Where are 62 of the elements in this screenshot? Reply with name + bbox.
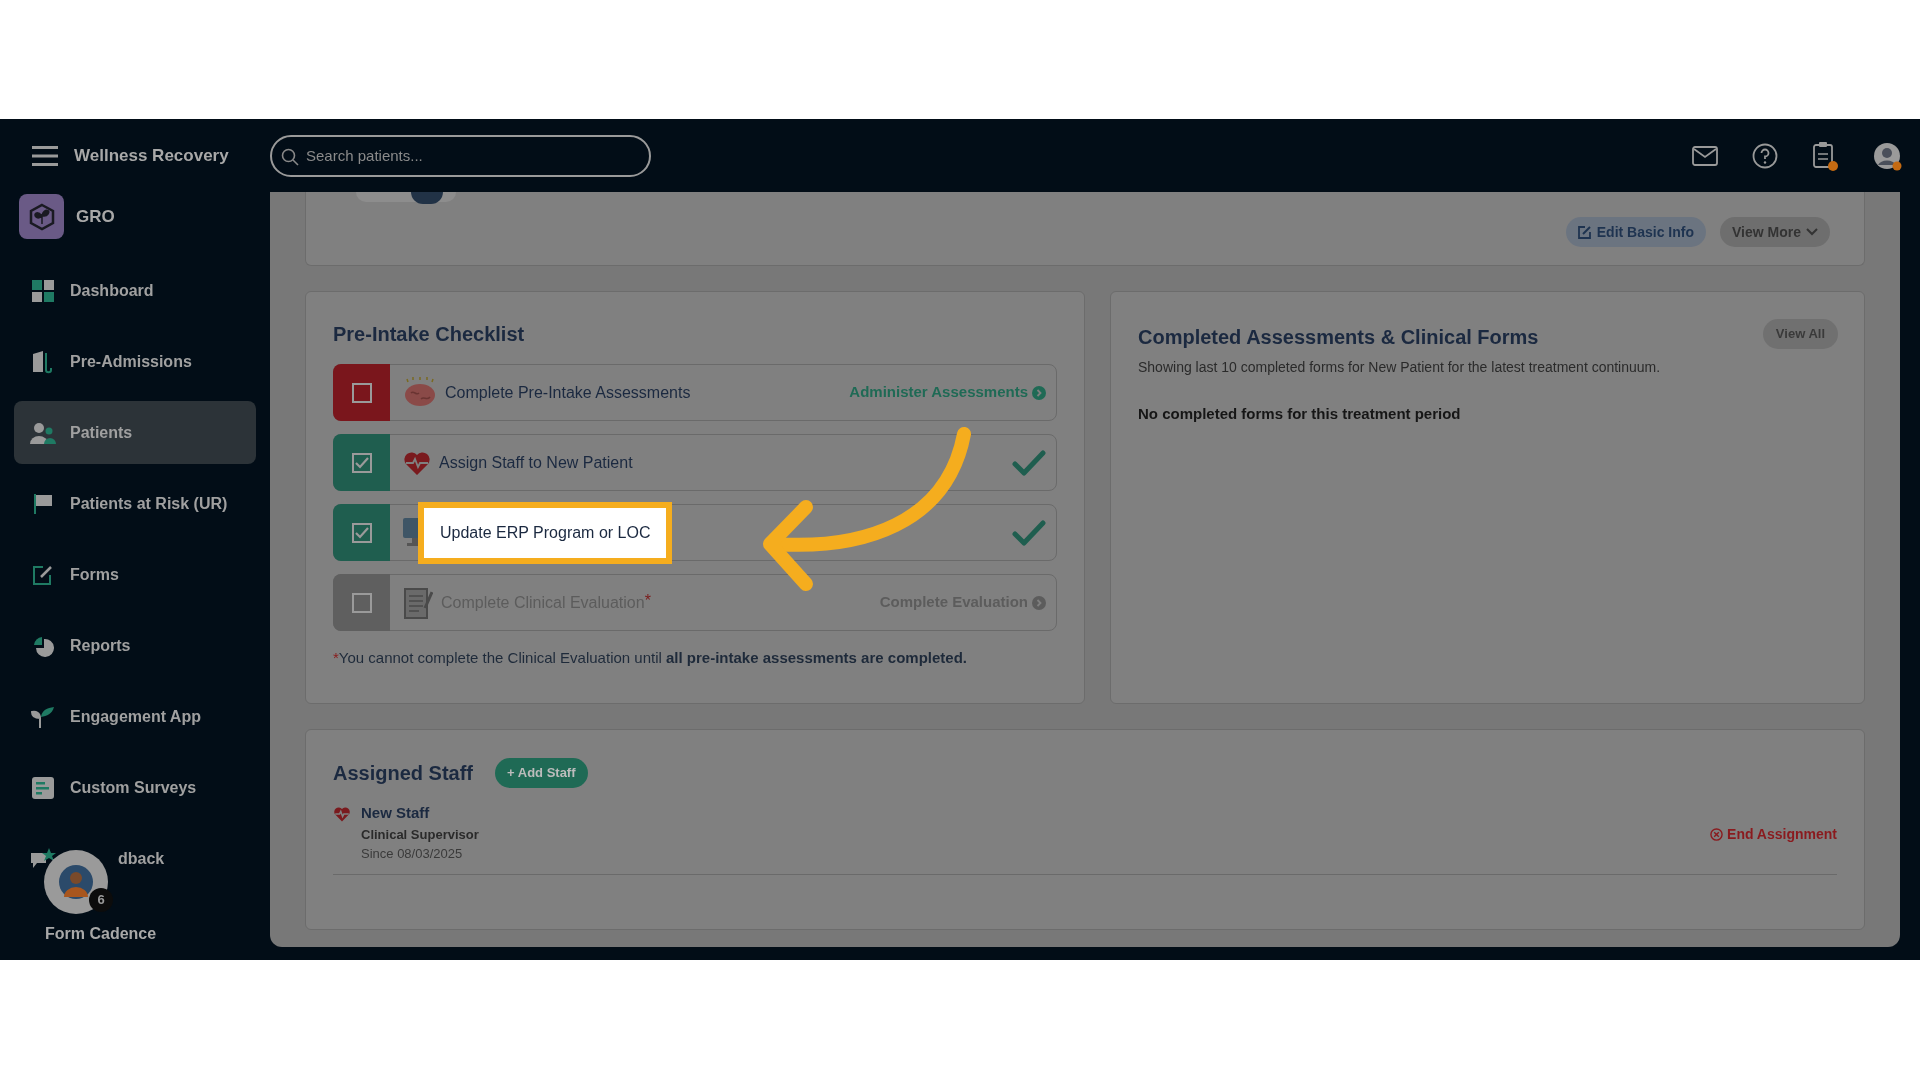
checkmark-icon — [1012, 518, 1046, 547]
survey-icon — [32, 776, 54, 799]
required-mark: * — [333, 648, 339, 668]
brain-icon — [403, 376, 437, 409]
user-avatar-icon[interactable] — [1872, 140, 1902, 171]
sidebar-item[interactable]: Pre-Admissions — [14, 330, 256, 393]
sidebar-item[interactable]: Reports — [14, 614, 256, 677]
search-icon — [281, 147, 299, 166]
flag-icon — [32, 492, 54, 515]
checkbox[interactable] — [351, 452, 372, 473]
sidebar-item[interactable]: Patients at Risk (UR) — [14, 472, 256, 535]
empty-message: No completed forms for this treatment period — [1138, 404, 1462, 424]
pie-chart-icon — [32, 634, 54, 657]
card-title: Pre-Intake Checklist — [333, 322, 526, 347]
staff-since: Since 08/03/2025 — [361, 845, 464, 863]
sprout-icon — [31, 704, 55, 729]
card-subtitle: Showing last 10 completed forms for New Patient for the latest treatment continuum. — [1138, 358, 1662, 377]
heart-pulse-icon — [403, 449, 431, 476]
footnote: You cannot complete the Clinical Evaluation until all pre-intake assessments are completed. — [338, 648, 967, 668]
item-label: Assign Staff to New Patient — [439, 452, 633, 473]
form-cadence-label[interactable]: Form Cadence — [45, 922, 157, 946]
feedback-icon — [30, 847, 56, 870]
checkbox[interactable] — [351, 382, 372, 403]
edit-icon — [32, 563, 54, 586]
card-title: Completed Assessments & Clinical Forms — [1138, 325, 1539, 350]
org-name: GRO — [76, 205, 115, 228]
checkbox[interactable] — [351, 522, 372, 543]
person-icon — [59, 865, 93, 899]
checkbox[interactable] — [351, 592, 372, 613]
sidebar-item[interactable]: Custom Surveys — [14, 756, 256, 819]
sidebar-item[interactable]: Dashboard — [14, 259, 256, 322]
sidebar-item[interactable]: Patients — [14, 401, 256, 464]
help-icon[interactable] — [1752, 142, 1778, 169]
org-logo — [19, 194, 64, 239]
sidebar-item[interactable]: dback — [14, 827, 256, 890]
required-mark: * — [644, 591, 651, 611]
people-icon — [30, 421, 56, 444]
menu-icon[interactable] — [32, 144, 58, 167]
form-cadence-avatar[interactable] — [44, 850, 108, 914]
sidebar-item[interactable]: Engagement App — [14, 685, 256, 748]
notepad-icon — [403, 585, 433, 620]
app-name: Wellness Recovery — [74, 144, 229, 167]
item-label: Complete Pre-Intake Assessments — [445, 382, 691, 403]
door-icon — [31, 349, 55, 374]
staff-name: New Staff — [361, 803, 431, 823]
checkmark-icon — [1012, 448, 1046, 477]
arrow-circle-icon — [1032, 385, 1046, 400]
arrow-circle-icon — [1032, 595, 1046, 610]
highlighted-label: Update ERP Program or LOC — [418, 501, 673, 564]
close-circle-icon — [1710, 828, 1724, 841]
mail-icon[interactable] — [1692, 145, 1718, 166]
heart-pulse-icon — [333, 806, 351, 822]
card-title: Assigned Staff — [333, 761, 474, 786]
monitor-icon — [403, 517, 418, 548]
clipboard-icon[interactable] — [1812, 140, 1838, 171]
dashboard-icon — [32, 279, 54, 302]
chevron-down-icon — [1806, 228, 1818, 236]
notification-badge: 6 — [89, 888, 113, 912]
sidebar-item[interactable]: Forms — [14, 543, 256, 606]
search-field[interactable]: Search patients... — [270, 134, 651, 177]
edit-icon — [1577, 225, 1592, 239]
staff-role: Clinical Supervisor — [361, 825, 480, 844]
